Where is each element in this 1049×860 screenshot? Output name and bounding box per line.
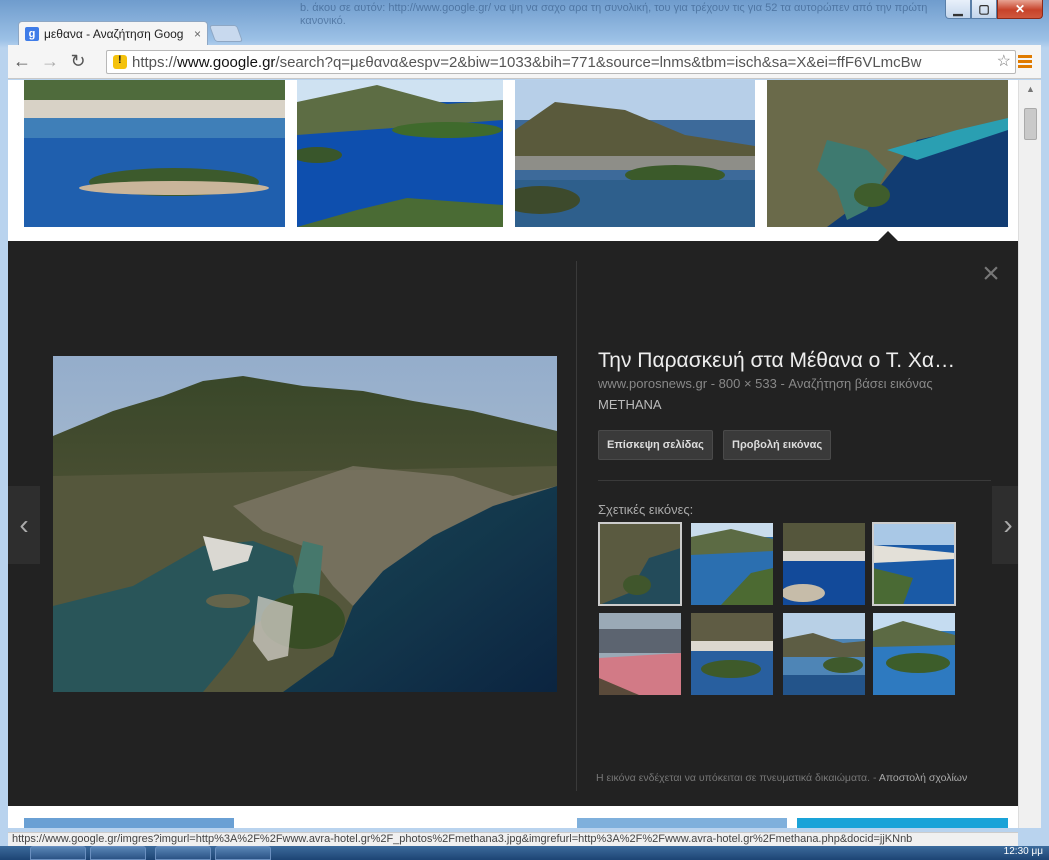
status-bar-url: https://www.google.gr/imgres?imgurl=http…	[8, 832, 1018, 846]
url-host: www.google.gr	[177, 53, 276, 71]
windows-taskbar: 12:30 μμ	[0, 846, 1049, 860]
maximize-button[interactable]: ▢	[971, 0, 997, 19]
taskbar-app-button[interactable]	[155, 846, 211, 860]
scroll-thumb[interactable]	[1024, 108, 1037, 140]
visit-page-button[interactable]: Επίσκεψη σελίδας	[598, 430, 713, 460]
tab-title: μεθανα - Αναζήτηση Goog	[44, 26, 184, 41]
google-favicon-icon: g	[25, 26, 39, 41]
tab-active[interactable]: g μεθανα - Αναζήτηση Goog ×	[18, 21, 208, 45]
window-controls: ▁ ▢ ✕	[945, 0, 1043, 19]
preview-caption: METHANA	[598, 397, 662, 412]
taskbar-word-button[interactable]	[30, 846, 86, 860]
result-thumbnail[interactable]	[515, 80, 755, 227]
chrome-menu-icon[interactable]	[1018, 55, 1032, 70]
back-button[interactable]: ←	[8, 48, 36, 76]
taskbar-clock[interactable]: 12:30 μμ	[1004, 846, 1043, 857]
result-thumbnail[interactable]	[577, 818, 787, 828]
preview-caret	[878, 231, 898, 241]
related-image[interactable]	[691, 613, 773, 695]
background-window-text: b. άκου σε αυτόν: http://www.google.gr/ …	[300, 2, 928, 27]
related-image[interactable]	[872, 522, 956, 606]
page-viewport: × ‹ › Την Παρασκευή στα Μέθανα ο Τ. Χα… …	[8, 80, 1018, 828]
related-image[interactable]	[783, 523, 865, 605]
result-thumbnail[interactable]	[797, 818, 1008, 828]
previous-image-button[interactable]: ‹	[8, 486, 40, 564]
browser-toolbar: ← → ↻ https://www.google.gr/search?q=μεθ…	[8, 45, 1041, 79]
related-image[interactable]	[783, 613, 865, 695]
related-image[interactable]	[599, 613, 681, 695]
image-preview-panel: × ‹ › Την Παρασκευή στα Μέθανα ο Τ. Χα… …	[8, 241, 1018, 806]
taskbar-explorer-button[interactable]	[215, 846, 271, 860]
new-tab-button[interactable]	[208, 25, 244, 42]
related-image[interactable]	[873, 613, 955, 695]
bookmark-star-icon[interactable]: ☆	[997, 51, 1011, 71]
result-thumbnail[interactable]	[24, 818, 234, 828]
forward-button[interactable]: →	[36, 48, 64, 76]
preview-title[interactable]: Την Παρασκευή στα Μέθανα ο Τ. Χα…	[598, 349, 988, 373]
related-image[interactable]	[598, 522, 682, 606]
close-preview-icon[interactable]: ×	[978, 259, 1004, 289]
reload-button[interactable]: ↻	[64, 48, 92, 76]
url-text: https://www.google.gr/search?q=μεθανα&es…	[132, 54, 922, 71]
related-image[interactable]	[691, 523, 773, 605]
url-scheme: https://	[132, 53, 178, 71]
scroll-up-arrow-icon[interactable]: ▲	[1026, 84, 1035, 94]
minimize-button[interactable]: ▁	[945, 0, 971, 19]
info-divider	[598, 480, 991, 481]
close-window-button[interactable]: ✕	[997, 0, 1043, 19]
url-path: /search?q=μεθανα&espv=2&biw=1033&bih=771…	[275, 53, 922, 71]
address-bar[interactable]: https://www.google.gr/search?q=μεθανα&es…	[106, 50, 1016, 74]
related-images-label: Σχετικές εικόνες:	[598, 502, 694, 517]
copyright-text: Η εικόνα ενδέχεται να υπόκειται σε πνευμ…	[596, 772, 871, 784]
result-thumbnail[interactable]	[297, 80, 503, 227]
next-image-button[interactable]: ›	[992, 486, 1018, 564]
copyright-notice: Η εικόνα ενδέχεται να υπόκειται σε πνευμ…	[596, 772, 967, 784]
result-thumbnail[interactable]	[767, 80, 1008, 227]
footer-separator: -	[870, 772, 879, 784]
send-feedback-link[interactable]: Αποστολή σχολίων	[879, 772, 967, 784]
security-warning-icon[interactable]	[113, 54, 127, 69]
panel-divider	[576, 261, 577, 791]
result-thumbnail[interactable]	[24, 80, 285, 227]
vertical-scrollbar[interactable]: ▲	[1018, 80, 1041, 828]
taskbar-chrome-button[interactable]	[90, 846, 146, 860]
preview-image[interactable]	[53, 356, 557, 692]
preview-meta: www.porosnews.gr - 800 × 533 - Αναζήτηση…	[598, 376, 933, 391]
view-image-button[interactable]: Προβολή εικόνας	[723, 430, 832, 460]
tab-close-icon[interactable]: ×	[194, 27, 201, 41]
